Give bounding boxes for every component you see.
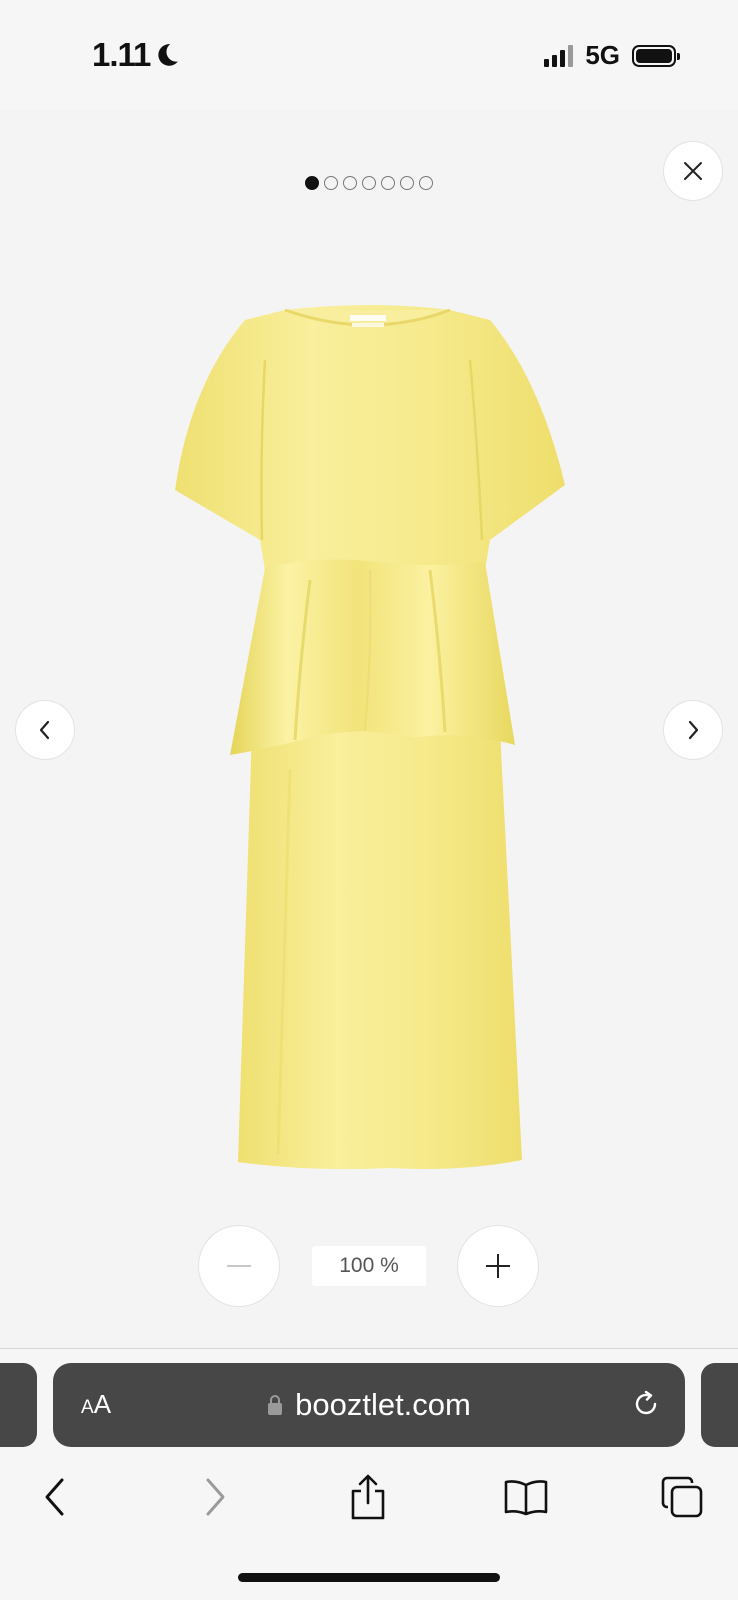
previous-tab-preview[interactable] xyxy=(0,1363,37,1447)
pagination-dot[interactable] xyxy=(419,176,433,190)
tabs-button[interactable] xyxy=(652,1467,712,1527)
network-label: 5G xyxy=(585,40,620,70)
close-icon xyxy=(684,162,702,180)
share-button[interactable] xyxy=(338,1467,398,1527)
status-time: 1.11 xyxy=(92,36,180,74)
pagination-dot[interactable] xyxy=(324,176,338,190)
plus-icon xyxy=(486,1254,510,1278)
tabs-icon xyxy=(661,1476,703,1518)
pagination-dot[interactable] xyxy=(343,176,357,190)
browser-toolbar xyxy=(0,1467,738,1527)
battery-icon xyxy=(632,44,680,67)
previous-image-button[interactable] xyxy=(16,701,74,759)
pagination-dots xyxy=(0,176,738,190)
chevron-left-icon xyxy=(39,720,50,740)
status-icons: 5G xyxy=(544,40,680,71)
next-tab-preview[interactable] xyxy=(701,1363,738,1447)
pagination-dot[interactable] xyxy=(362,176,376,190)
url-text: booztlet.com xyxy=(295,1387,471,1422)
forward-icon xyxy=(206,1478,225,1516)
share-icon xyxy=(351,1474,385,1520)
pagination-dot[interactable] xyxy=(400,176,414,190)
address-bar[interactable]: AA booztlet.com xyxy=(53,1363,685,1447)
lock-icon xyxy=(268,1395,283,1415)
reload-icon xyxy=(635,1390,657,1415)
zoom-level: 100 % xyxy=(312,1246,426,1286)
url-display[interactable]: booztlet.com xyxy=(53,1363,685,1447)
status-bar: 1.11 5G xyxy=(0,0,738,110)
home-indicator[interactable] xyxy=(238,1573,500,1582)
next-image-button[interactable] xyxy=(664,701,722,759)
pagination-dot[interactable] xyxy=(381,176,395,190)
back-button[interactable] xyxy=(25,1467,85,1527)
back-icon xyxy=(45,1478,64,1516)
forward-button[interactable] xyxy=(185,1467,245,1527)
close-button[interactable] xyxy=(664,142,722,200)
bookmarks-button[interactable] xyxy=(496,1467,556,1527)
moon-icon xyxy=(158,44,179,66)
signal-icon xyxy=(544,44,574,67)
minus-icon xyxy=(227,1265,251,1267)
zoom-out-button[interactable] xyxy=(199,1226,279,1306)
zoom-in-button[interactable] xyxy=(458,1226,538,1306)
chevron-right-icon xyxy=(688,720,699,740)
pagination-dot[interactable] xyxy=(305,176,319,190)
clock-text: 1.11 xyxy=(92,36,151,73)
reload-button[interactable] xyxy=(631,1389,661,1424)
bookmarks-icon xyxy=(504,1480,548,1516)
product-image[interactable] xyxy=(160,300,580,1180)
browser-chrome: AA booztlet.com xyxy=(0,1349,738,1600)
